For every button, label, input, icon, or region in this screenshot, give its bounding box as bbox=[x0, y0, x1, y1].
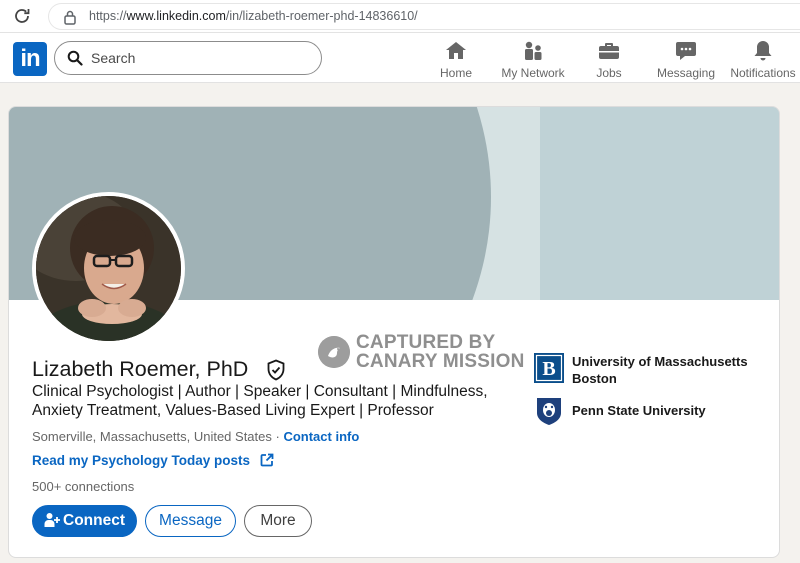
search-icon bbox=[67, 50, 83, 66]
education-name: University of Massachusetts Boston bbox=[572, 354, 748, 386]
add-person-icon bbox=[44, 513, 60, 527]
profile-photo bbox=[36, 196, 181, 341]
education-item-penn-state[interactable]: Penn State University bbox=[534, 396, 779, 426]
message-button[interactable]: Message bbox=[145, 505, 236, 537]
top-nav: in Home My Network Jobs Messaging bbox=[0, 33, 800, 83]
briefcase-icon bbox=[599, 43, 619, 59]
verified-shield-icon[interactable] bbox=[265, 359, 287, 381]
address-bar[interactable]: https://www.linkedin.com/in/lizabeth-roe… bbox=[48, 3, 800, 30]
penn-state-logo bbox=[537, 398, 561, 425]
connect-label: Connect bbox=[63, 512, 125, 529]
contact-info-link[interactable]: Contact info bbox=[283, 429, 359, 444]
location-line: Somerville, Massachusetts, United States… bbox=[32, 429, 359, 444]
location-text: Somerville, Massachusetts, United States bbox=[32, 429, 272, 444]
banner-right-panel bbox=[540, 107, 779, 300]
search-box[interactable] bbox=[54, 41, 322, 75]
watermark-line1: CAPTURED BY bbox=[356, 332, 496, 353]
nav-home-label: Home bbox=[439, 66, 472, 80]
url-text: https://www.linkedin.com/in/lizabeth-roe… bbox=[89, 9, 418, 23]
umass-boston-logo: B bbox=[534, 353, 564, 383]
watermark-text: CAPTURED BY CANARY MISSION bbox=[356, 333, 525, 371]
search-input[interactable] bbox=[91, 48, 311, 68]
profile-card: Lizabeth Roemer, PhD Clinical Psychologi… bbox=[8, 106, 780, 558]
profile-avatar[interactable] bbox=[32, 192, 185, 345]
browser-toolbar: https://www.linkedin.com/in/lizabeth-roe… bbox=[0, 0, 800, 33]
profile-headline: Clinical Psychologist | Author | Speaker… bbox=[32, 383, 488, 419]
home-icon bbox=[446, 42, 466, 59]
education-item-umass-boston[interactable]: B University of Massachusetts Boston bbox=[534, 353, 779, 389]
nav-messaging-label: Messaging bbox=[656, 66, 716, 80]
nav-messaging[interactable]: Messaging bbox=[656, 37, 716, 81]
nav-my-network-label: My Network bbox=[501, 66, 565, 80]
external-link-text: Read my Psychology Today posts bbox=[32, 453, 251, 468]
nav-jobs[interactable]: Jobs bbox=[594, 37, 624, 81]
watermark-line2: CANARY MISSION bbox=[356, 351, 525, 372]
location-separator: · bbox=[271, 429, 284, 444]
lock-icon bbox=[64, 10, 76, 25]
nav-notifications-label: Notifications bbox=[730, 66, 796, 80]
external-link-icon bbox=[260, 453, 274, 467]
network-icon bbox=[525, 41, 542, 60]
education-name: Penn State University bbox=[572, 403, 706, 418]
bell-icon bbox=[754, 41, 772, 61]
svg-text:B: B bbox=[542, 358, 555, 380]
nav-jobs-label: Jobs bbox=[596, 66, 622, 80]
profile-name: Lizabeth Roemer, PhD bbox=[32, 357, 249, 381]
nav-home[interactable]: Home bbox=[436, 37, 476, 81]
nav-notifications[interactable]: Notifications bbox=[730, 37, 796, 81]
watermark-stamp: CAPTURED BY CANARY MISSION bbox=[318, 333, 528, 373]
nav-my-network[interactable]: My Network bbox=[500, 37, 566, 81]
connect-button[interactable]: Connect bbox=[32, 505, 137, 537]
connections-count[interactable]: 500+ connections bbox=[32, 479, 134, 494]
more-button[interactable]: More bbox=[244, 505, 312, 537]
canary-bird-icon bbox=[318, 336, 350, 368]
messaging-icon bbox=[676, 42, 696, 60]
external-website-link[interactable]: Read my Psychology Today posts bbox=[32, 453, 274, 468]
linkedin-logo[interactable]: in bbox=[13, 42, 47, 76]
reload-icon[interactable] bbox=[12, 6, 32, 26]
